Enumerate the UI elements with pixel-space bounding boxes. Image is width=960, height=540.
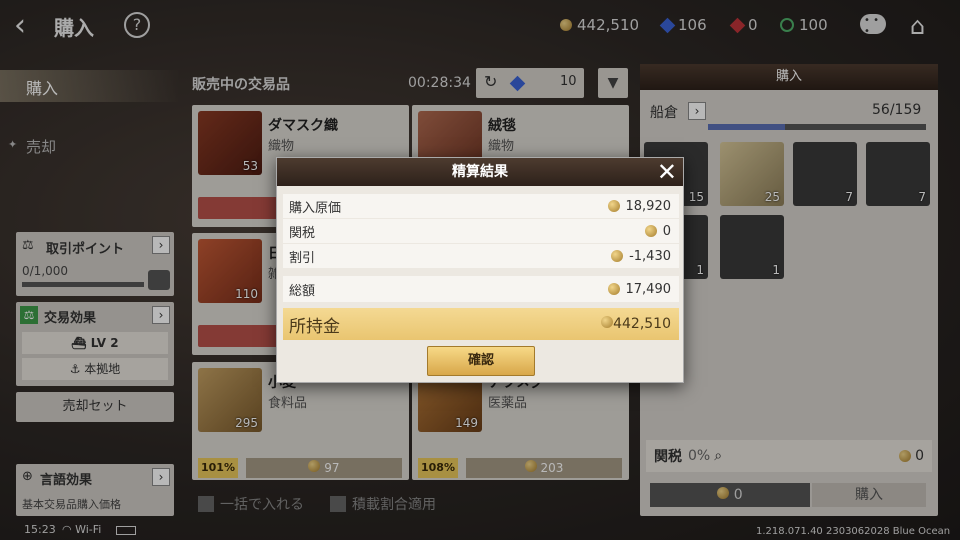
settlement-dialog: 精算結果 ✕ 購入原価 18,920 関税 0 割引 -1,430 総額 17,490 … <box>276 157 684 383</box>
total-row: 総額 17,490 <box>283 276 679 302</box>
row-label: 割引 <box>289 250 316 266</box>
coin-icon <box>611 250 624 262</box>
row-value: -1,430 <box>629 248 671 264</box>
coin-icon <box>644 225 657 237</box>
owned-money-row: 所持金 442,510 <box>283 308 679 340</box>
row-label: 購入原価 <box>289 200 342 216</box>
tax-row: 関税 0 <box>283 219 679 243</box>
total-label: 総額 <box>289 283 316 299</box>
owned-label: 所持金 <box>289 316 340 337</box>
owned-value: 442,510 <box>613 316 671 332</box>
coin-icon <box>607 200 620 212</box>
close-icon[interactable]: ✕ <box>657 159 677 185</box>
cost-row: 購入原価 18,920 <box>283 194 679 218</box>
confirm-button[interactable]: 確認 <box>427 346 535 376</box>
row-label: 関税 <box>289 225 316 241</box>
coin-icon <box>607 283 620 295</box>
coin-icon <box>601 316 614 328</box>
total-value: 17,490 <box>625 281 672 297</box>
dialog-title: 精算結果 <box>277 158 683 186</box>
discount-row: 割引 -1,430 <box>283 244 679 268</box>
row-value: 18,920 <box>625 198 672 214</box>
row-value: 0 <box>662 223 671 239</box>
